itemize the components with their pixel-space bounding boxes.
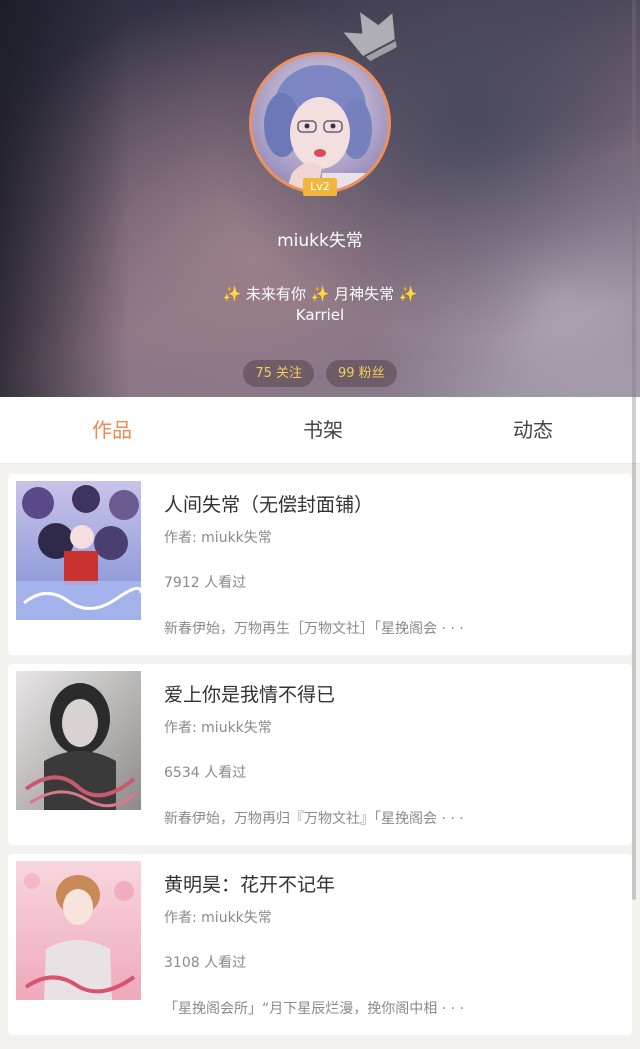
book-cover[interactable] (16, 481, 141, 620)
followers-button[interactable]: 99 粉丝 (326, 360, 397, 387)
list-item[interactable]: 黄明昊：花开不记年 作者: miukk失常 3108 人看过 「星挽阁会所」“月… (8, 854, 632, 1035)
tab-activity[interactable]: 动态 (473, 397, 593, 464)
cover-image (16, 671, 141, 810)
following-button[interactable]: 75 关注 (243, 360, 314, 387)
list-item[interactable]: 爱上你是我情不得已 作者: miukk失常 6534 人看过 新春伊始，万物再归… (8, 664, 632, 845)
username: miukk失常 (277, 231, 363, 251)
book-views: 3108 人看过 (164, 955, 247, 971)
bio: ✨ 未来有你 ✨ 月神失常 ✨ Karriel (0, 284, 640, 326)
crown-icon (343, 12, 397, 62)
book-views: 7912 人看过 (164, 575, 247, 591)
book-views: 6534 人看过 (164, 765, 247, 781)
level-badge: Lv2 (303, 178, 337, 196)
tab-bookshelf[interactable]: 书架 (263, 397, 383, 464)
book-title[interactable]: 人间失常（无偿封面铺） (164, 490, 373, 517)
avatar-image (252, 55, 388, 191)
book-description: 「星挽阁会所」“月下星辰烂漫，挽你阁中相 · · · (164, 1001, 464, 1017)
book-title[interactable]: 黄明昊：花开不记年 (164, 870, 335, 897)
book-title[interactable]: 爱上你是我情不得已 (164, 680, 335, 707)
book-cover[interactable] (16, 671, 141, 810)
scrollbar[interactable] (632, 0, 636, 900)
stats-row: 75 关注 99 粉丝 (0, 360, 640, 387)
cover-image (16, 481, 141, 620)
book-description: 新春伊始，万物再归『万物文社』「星挽阁会 · · · (164, 811, 464, 827)
bio-line: Karriel (295, 306, 345, 324)
cover-image (16, 861, 141, 1000)
book-description: 新春伊始，万物再生［万物文社］「星挽阁会 · · · (164, 621, 464, 637)
profile-header: Lv2 miukk失常 ✨ 未来有你 ✨ 月神失常 ✨ Karriel 75 关… (0, 0, 640, 397)
book-cover[interactable] (16, 861, 141, 1000)
book-author: 作者: miukk失常 (164, 720, 272, 736)
book-author: 作者: miukk失常 (164, 910, 272, 926)
bio-line: ✨ 未来有你 ✨ 月神失常 ✨ (222, 285, 418, 303)
header-shade (0, 0, 130, 397)
avatar[interactable] (249, 52, 391, 194)
list-item[interactable]: 人间失常（无偿封面铺） 作者: miukk失常 7912 人看过 新春伊始，万物… (8, 474, 632, 655)
tab-bar: 作品 书架 动态 (0, 397, 640, 464)
book-author: 作者: miukk失常 (164, 530, 272, 546)
tab-works[interactable]: 作品 (52, 397, 172, 464)
